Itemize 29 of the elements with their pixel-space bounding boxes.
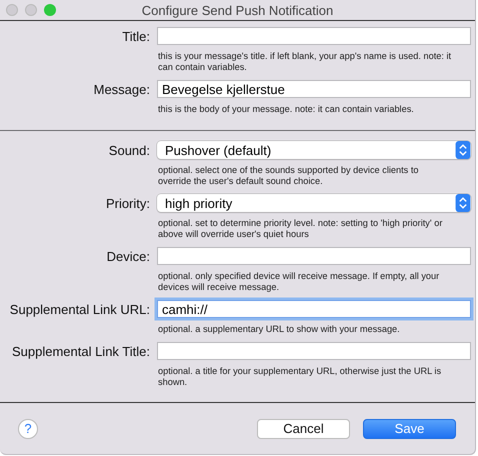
hint-text: optional. only specified device will receive message. If empty, all your devices will receive message. [158, 271, 440, 293]
hint-text: this is the body of your message. note: it can contain variables. [158, 104, 415, 115]
window-title: Configure Send Push Notification [142, 2, 334, 18]
field-label: Message: [92, 82, 151, 96]
input-field[interactable]: camhi:// [157, 300, 471, 318]
hint-text: this is your message's title. if left blank, your app's name is used. note: it can contain variables. [158, 51, 452, 73]
hint-text: optional. select one of the sounds supported by device clients to override the user's default sound choice. [158, 165, 420, 187]
field-label: Supplemental Link URL: [8, 302, 151, 316]
input-field[interactable]: Bevegelse kjellerstue [157, 80, 471, 98]
popup-menu[interactable]: high priority [157, 194, 471, 212]
close-icon[interactable] [6, 4, 18, 16]
popup-menu[interactable]: Pushover (default) [157, 141, 471, 159]
input-field[interactable] [157, 342, 471, 360]
chevron-icon [455, 194, 471, 212]
hint-text: optional. a title for your supplementary URL, otherwise just the URL is shown. [158, 366, 442, 388]
input-field[interactable] [157, 27, 471, 45]
field-label: Device: [106, 248, 151, 264]
hint-text: optional. a supplementary URL to show with your message. [158, 324, 401, 335]
field-label: Title: [121, 28, 151, 44]
zoom-icon[interactable] [44, 4, 56, 16]
field-label: Sound: [108, 142, 151, 158]
field-label: Supplemental Link Title: [10, 344, 151, 358]
minimize-icon[interactable] [25, 4, 37, 16]
cancel-button[interactable]: Cancel [257, 418, 350, 438]
field-label: Priority: [104, 196, 151, 210]
hint-text: optional. set to determine priority level. note: setting to 'high priority' or above will override user's quiet hours [158, 218, 444, 240]
chevron-icon [455, 141, 471, 159]
help-button[interactable]: ? [18, 418, 38, 438]
input-field[interactable] [157, 247, 471, 265]
